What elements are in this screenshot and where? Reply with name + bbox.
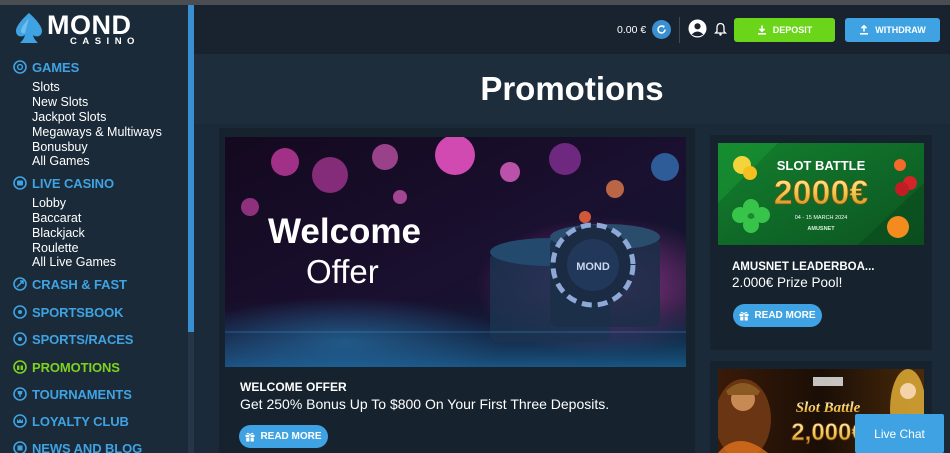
sidebar-item-loyalty-club[interactable]: LOYALTY CLUB <box>13 412 129 430</box>
read-more-button[interactable]: READ MORE <box>733 304 822 327</box>
bell-icon[interactable] <box>714 22 727 36</box>
rocket-icon <box>13 277 27 291</box>
banner2-slot-battle-text: Slot Battle <box>796 400 861 416</box>
banner2-amount-text: 2,000€ <box>791 419 864 446</box>
sidebar-subitem-slots[interactable]: Slots <box>32 80 60 95</box>
dice-icon <box>13 60 27 74</box>
promo-description: 2.000€ Prize Pool! <box>732 275 843 290</box>
deposit-label: DEPOSIT <box>772 25 813 35</box>
sidebar-item-live-casino[interactable]: LIVE CASINO <box>13 174 114 192</box>
page-title: Promotions <box>194 54 950 124</box>
sidebar-item-label: SPORTSBOOK <box>32 304 124 320</box>
user-icon[interactable] <box>688 19 707 38</box>
deposit-button[interactable]: DEPOSIT <box>734 18 835 42</box>
crown-icon <box>13 414 27 428</box>
logo-subtitle: CASINO <box>70 36 140 47</box>
sidebar-item-promotions[interactable]: PROMOTIONS <box>13 358 120 376</box>
sidebar-subitem-megaways[interactable]: Megaways & Multiways <box>32 125 162 140</box>
balance-amount: 0.00 € <box>617 24 647 36</box>
ball-icon <box>13 332 27 346</box>
sidebar-item-label: SPORTS/RACES <box>32 331 134 347</box>
banner-amount-text: 2000€ <box>774 174 869 212</box>
top-header <box>194 5 950 54</box>
sidebar-subitem-blackjack[interactable]: Blackjack <box>32 226 85 241</box>
live-chat-button[interactable]: Live Chat <box>855 414 944 453</box>
sidebar-subitem-jackpot-slots[interactable]: Jackpot Slots <box>32 110 106 125</box>
sidebar-item-crash-fast[interactable]: CRASH & FAST <box>13 275 127 293</box>
promo-description: Get 250% Bonus Up To $800 On Your First … <box>240 396 610 412</box>
sidebar-item-news-blog[interactable]: NEWS AND BLOG <box>13 439 142 453</box>
download-icon <box>757 25 766 35</box>
sidebar-item-label: GAMES <box>32 59 80 75</box>
read-more-label: READ MORE <box>754 310 816 321</box>
sidebar-item-label: TOURNAMENTS <box>32 386 132 402</box>
logo-name: MOND <box>47 10 132 40</box>
gift-icon <box>739 311 749 320</box>
withdraw-button[interactable]: WITHDRAW <box>845 18 940 42</box>
sidebar-subitem-lobby[interactable]: Lobby <box>32 196 66 211</box>
sidebar-subitem-new-slots[interactable]: New Slots <box>32 95 88 110</box>
live-chat-label: Live Chat <box>874 426 925 441</box>
withdraw-label: WITHDRAW <box>875 25 926 35</box>
refresh-balance-button[interactable] <box>652 20 671 39</box>
news-icon <box>13 441 27 453</box>
gift-icon <box>245 432 255 441</box>
sidebar-subitem-all-games[interactable]: All Games <box>32 154 90 169</box>
sidebar-subitem-roulette[interactable]: Roulette <box>32 241 79 256</box>
banner-slot-battle-text: SLOT BATTLE <box>777 158 866 173</box>
sidebar-item-sportsbook[interactable]: SPORTSBOOK <box>13 303 124 321</box>
upload-icon <box>860 25 869 35</box>
hero-headline: Welcome <box>268 212 422 251</box>
sidebar-item-label: LOYALTY CLUB <box>32 413 129 429</box>
sidebar-item-label: LIVE CASINO <box>32 175 114 191</box>
live-icon <box>13 176 27 190</box>
sidebar-item-games[interactable]: GAMES <box>13 58 79 76</box>
promo-title: AMUSNET LEADERBOA... <box>732 261 875 273</box>
logo[interactable]: MOND CASINO <box>12 11 162 47</box>
read-more-button[interactable]: READ MORE <box>239 425 328 448</box>
sidebar-item-label: CRASH & FAST <box>32 276 127 292</box>
hero-subheadline: Offer <box>306 253 379 290</box>
sidebar-subitem-bonusbuy[interactable]: Bonusbuy <box>32 140 88 155</box>
banner-brand-text: AMUSNET <box>807 226 835 232</box>
refresh-icon <box>657 25 666 34</box>
ball-icon <box>13 305 27 319</box>
gift-icon <box>13 360 27 374</box>
welcome-offer-banner[interactable]: MOND <box>225 137 686 367</box>
promo-title: WELCOME OFFER <box>240 380 347 394</box>
sidebar-subitem-all-live-games[interactable]: All Live Games <box>32 255 116 270</box>
sidebar-item-tournaments[interactable]: TOURNAMENTS <box>13 385 132 403</box>
read-more-label: READ MORE <box>260 431 322 442</box>
sidebar-item-label: PROMOTIONS <box>32 359 120 375</box>
sidebar-item-sports-races[interactable]: SPORTS/RACES <box>13 330 133 348</box>
sidebar-subitem-baccarat[interactable]: Baccarat <box>32 211 81 226</box>
spade-icon <box>16 13 42 43</box>
slot-battle-banner[interactable]: SLOT BATTLE 2000€ 04 - 15 MARCH 2024 AMU… <box>718 143 924 245</box>
sidebar-item-label: NEWS AND BLOG <box>32 440 143 453</box>
header-divider <box>679 17 680 43</box>
trophy-icon <box>13 387 27 401</box>
chip-logo-text: MOND <box>576 261 610 273</box>
banner-dates-text: 04 - 15 MARCH 2024 <box>795 215 848 221</box>
